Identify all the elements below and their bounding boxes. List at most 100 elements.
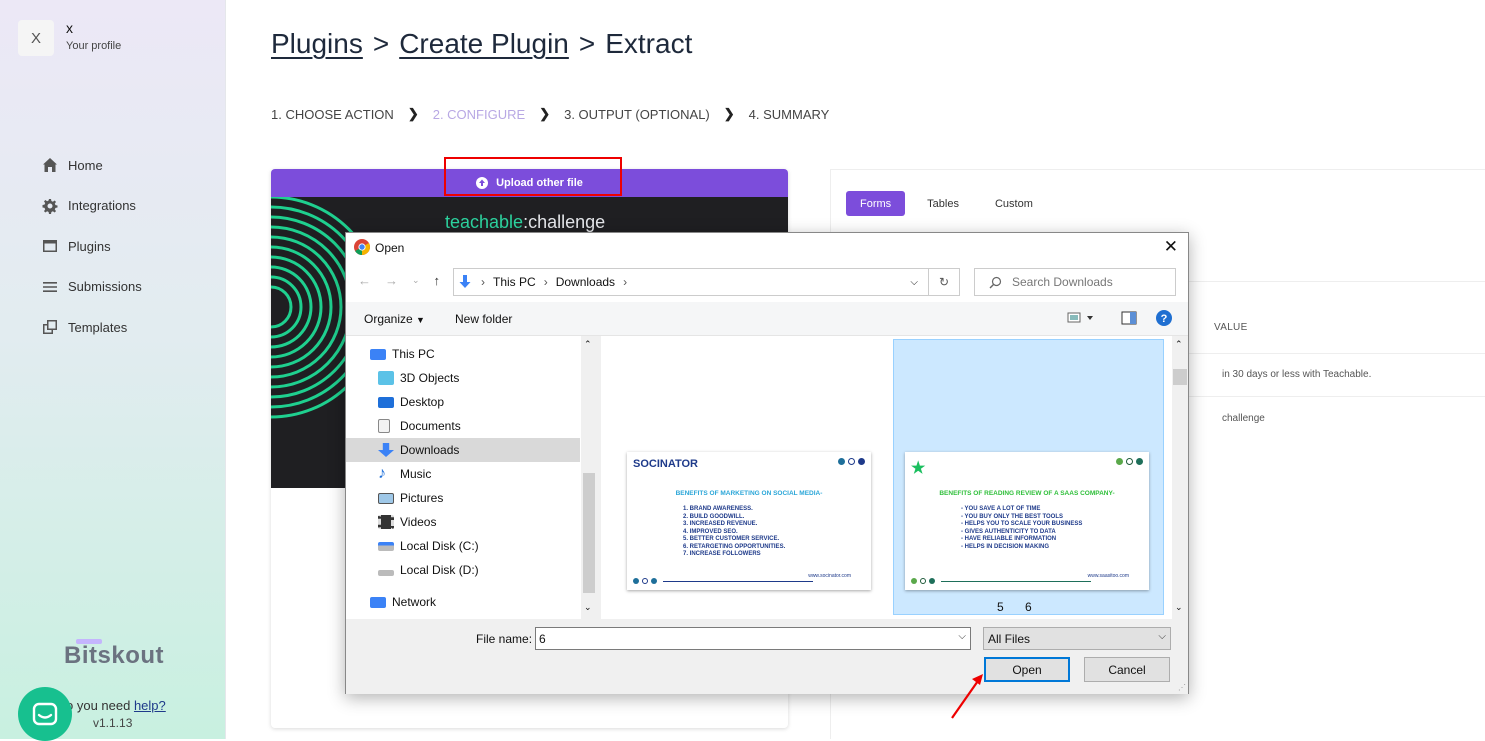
- file-name-label[interactable]: 5: [997, 600, 1004, 614]
- step-summary[interactable]: 4. SUMMARY: [749, 107, 830, 122]
- videos-icon: [378, 515, 394, 529]
- tree-item-videos[interactable]: Videos: [346, 510, 580, 534]
- profile-name[interactable]: x: [66, 20, 73, 36]
- tree-item-local-disk-d[interactable]: Local Disk (D:): [346, 558, 580, 582]
- thumbnail-footer-line: [941, 581, 1091, 582]
- new-folder-button[interactable]: New folder: [455, 312, 512, 326]
- refresh-icon[interactable]: ↻: [929, 268, 960, 296]
- step-choose-action[interactable]: 1. CHOOSE ACTION: [271, 107, 394, 122]
- command-bar: Organize ▼ New folder ?: [346, 302, 1188, 336]
- sidebar-item-label: Integrations: [68, 198, 136, 214]
- breadcrumb-create-plugin-link[interactable]: Create Plugin: [399, 28, 569, 59]
- scroll-up-icon[interactable]: ⌃: [584, 339, 592, 350]
- close-icon[interactable]: ✕: [1164, 237, 1178, 257]
- search-icon: [989, 276, 1002, 288]
- scroll-down-icon[interactable]: ⌄: [584, 602, 592, 613]
- tree-item-label: Local Disk (C:): [400, 539, 479, 553]
- sidebar-item-plugins[interactable]: Plugins: [42, 226, 142, 267]
- navigation-tree: This PC 3D Objects Desktop Documents Dow…: [346, 336, 596, 619]
- scroll-up-icon[interactable]: ⌃: [1175, 339, 1183, 350]
- help-icon[interactable]: ?: [1156, 310, 1172, 329]
- step-configure[interactable]: 2. CONFIGURE: [433, 107, 525, 122]
- tab-tables[interactable]: Tables: [913, 191, 973, 216]
- sidebar: X x Your profile Home Integrations Plugi…: [0, 0, 226, 741]
- path-segment[interactable]: Downloads: [556, 275, 615, 289]
- address-bar[interactable]: › This PC › Downloads › ⌵: [453, 268, 929, 296]
- extraction-tabs: Forms Tables Custom: [846, 191, 1047, 216]
- tree-item-label: Downloads: [400, 443, 460, 457]
- open-button[interactable]: Open: [984, 657, 1070, 682]
- preview-pane-icon[interactable]: [1121, 311, 1137, 328]
- chevron-right-icon: ❯: [539, 106, 551, 121]
- tree-item-local-disk-c[interactable]: Local Disk (C:): [346, 534, 580, 558]
- profile-subtitle[interactable]: Your profile: [66, 40, 121, 52]
- back-arrow-icon[interactable]: ←: [358, 273, 371, 288]
- tree-item-documents[interactable]: Documents: [346, 414, 580, 438]
- scroll-down-icon[interactable]: ⌄: [1175, 602, 1183, 613]
- organize-label: Organize: [364, 312, 413, 326]
- file-thumbnail-5[interactable]: SOCINATOR BENEFITS OF MARKETING ON SOCIA…: [627, 452, 871, 590]
- sidebar-item-submissions[interactable]: Submissions: [42, 267, 142, 308]
- file-name-label[interactable]: 6: [1025, 600, 1032, 614]
- sidebar-item-templates[interactable]: Templates: [42, 307, 142, 348]
- tree-item-pictures[interactable]: Pictures: [346, 486, 580, 510]
- chevron-right-icon: ❯: [723, 106, 735, 121]
- file-type-select[interactable]: All Files ⌵: [983, 627, 1171, 650]
- drive-icon: [378, 570, 394, 576]
- sidebar-item-home[interactable]: Home: [42, 145, 142, 186]
- thumbnail-list: - YOU SAVE A LOT OF TIME - YOU BUY ONLY …: [961, 506, 1082, 551]
- preview-title-rest: :challenge: [523, 212, 606, 232]
- tree-item-desktop[interactable]: Desktop: [346, 390, 580, 414]
- tree-item-downloads[interactable]: Downloads: [346, 438, 580, 462]
- path-segment[interactable]: This PC: [493, 275, 536, 289]
- thumbnail-heading: BENEFITS OF READING REVIEW OF A SAAS COM…: [939, 490, 1115, 497]
- value-cell[interactable]: in 30 days or less with Teachable.: [1222, 369, 1371, 380]
- file-thumbnail-6[interactable]: ★ BENEFITS OF READING REVIEW OF A SAAS C…: [905, 452, 1149, 590]
- dialog-title: Open: [375, 241, 405, 255]
- help-link[interactable]: help?: [134, 698, 166, 713]
- list-icon: [43, 281, 57, 292]
- resize-grip-icon[interactable]: ⋰: [1178, 683, 1186, 692]
- thumbnail-list-item: - HELPS YOU TO SCALE YOUR BUSINESS: [961, 521, 1083, 527]
- cancel-button[interactable]: Cancel: [1084, 657, 1170, 682]
- up-arrow-icon[interactable]: ↑: [434, 273, 441, 288]
- thumbnail-list-item: - HELPS IN DECISION MAKING: [961, 543, 1050, 550]
- scrollbar-thumb[interactable]: [583, 473, 595, 593]
- thumbnail-list-item: 7. INCREASE FOLLOWERS: [683, 551, 761, 557]
- breadcrumb: Plugins > Create Plugin > Extract: [271, 28, 692, 60]
- tab-forms[interactable]: Forms: [846, 191, 906, 216]
- tab-custom[interactable]: Custom: [981, 191, 1047, 216]
- search-input[interactable]: Search Downloads: [974, 268, 1176, 296]
- tree-item-music[interactable]: ♪ Music: [346, 462, 580, 486]
- value-cell[interactable]: challenge: [1222, 413, 1265, 424]
- tree-item-label: 3D Objects: [400, 371, 460, 385]
- file-name-input[interactable]: 6 ⌵: [535, 627, 971, 650]
- step-output[interactable]: 3. OUTPUT (OPTIONAL): [564, 107, 710, 122]
- thumbnail-dots: [1116, 458, 1143, 465]
- recent-dropdown-icon[interactable]: ⌄: [412, 275, 420, 288]
- scrollbar-thumb[interactable]: [1173, 369, 1187, 385]
- breadcrumb-plugins-link[interactable]: Plugins: [271, 28, 363, 59]
- forward-arrow-icon[interactable]: →: [385, 273, 398, 288]
- chat-launcher-button[interactable]: [18, 687, 72, 741]
- chevron-down-icon[interactable]: ⌵: [910, 277, 918, 288]
- thumbnail-list-item: - YOU SAVE A LOT OF TIME: [961, 506, 1041, 512]
- view-options-icon[interactable]: [1067, 311, 1095, 328]
- tree-item-this-pc[interactable]: This PC: [346, 342, 580, 366]
- sidebar-item-integrations[interactable]: Integrations: [42, 186, 142, 227]
- thumbnail-list: 1. BRAND AWARENESS. 2. BUILD GOODWILL. 3…: [683, 506, 785, 559]
- chevron-down-icon: ⌵: [1158, 631, 1166, 642]
- organize-menu[interactable]: Organize ▼: [364, 312, 425, 326]
- chevron-down-icon[interactable]: ⌵: [958, 631, 966, 642]
- tree-item-3d-objects[interactable]: 3D Objects: [346, 366, 580, 390]
- file-list-scrollbar[interactable]: ⌃ ⌄: [1172, 336, 1188, 619]
- star-logo-icon: ★: [911, 460, 926, 477]
- dialog-title-bar: Open ✕: [346, 233, 1188, 262]
- thumbnail-url: www.saasitoo.com: [1087, 573, 1129, 579]
- tree-item-network[interactable]: Network: [346, 590, 580, 614]
- thumbnail-dots: [838, 458, 865, 465]
- breadcrumb-chevron-icon: ›: [543, 275, 548, 289]
- avatar[interactable]: X: [18, 20, 54, 56]
- caret-down-icon: ▼: [416, 315, 425, 325]
- tree-scrollbar[interactable]: ⌃ ⌄: [581, 336, 597, 619]
